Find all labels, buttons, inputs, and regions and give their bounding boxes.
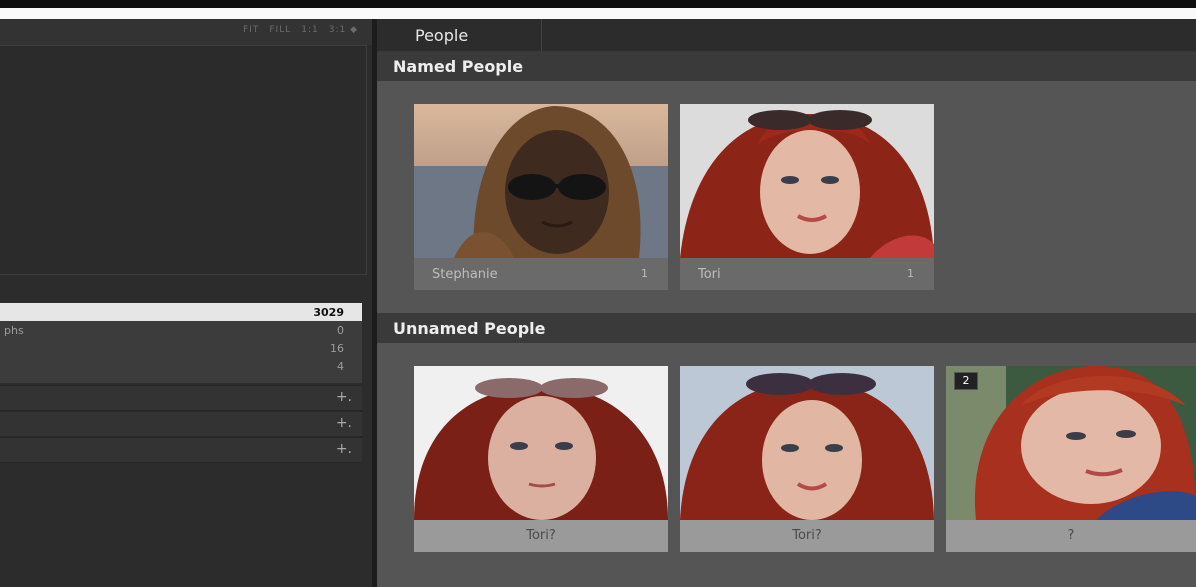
tab-people[interactable]: People: [377, 19, 542, 51]
unnamed-people-header: Unnamed People: [377, 313, 1196, 343]
left-panel: FIT FILL 1:1 3:1 ◆ 3029 phs 0 16 4 +. +.…: [0, 19, 377, 587]
zoom-options: FIT FILL 1:1 3:1 ◆: [243, 25, 358, 35]
suggested-name-field[interactable]: Tori?: [414, 520, 668, 552]
navigator-preview: [0, 45, 367, 275]
person-label[interactable]: Stephanie 1: [414, 258, 668, 290]
person-label[interactable]: Tori 1: [680, 258, 934, 290]
panel-section-3[interactable]: +.: [0, 437, 362, 463]
window-top-gap: [0, 8, 1196, 19]
face-thumbnail: [680, 366, 934, 520]
catalog-row-photos[interactable]: phs 0: [0, 321, 362, 339]
catalog-list: 3029 phs 0 16 4: [0, 303, 362, 383]
suggested-name: ?: [1067, 528, 1075, 543]
panel-section-1[interactable]: +.: [0, 385, 362, 411]
person-card[interactable]: 2 ?: [946, 366, 1196, 552]
add-button[interactable]: +.: [336, 415, 352, 431]
suggested-name: Tori?: [526, 528, 556, 543]
catalog-row-count: 0: [337, 324, 344, 337]
panel-section-2[interactable]: +.: [0, 411, 362, 437]
zoom-3-1[interactable]: 3:1 ◆: [329, 25, 358, 35]
people-view: People Named People Stephanie 1 Tori 1 U…: [377, 19, 1196, 587]
zoom-fit[interactable]: FIT: [243, 25, 259, 35]
suggested-name-field[interactable]: ?: [946, 520, 1196, 552]
catalog-row-label: phs: [4, 324, 24, 337]
catalog-row-3[interactable]: 16: [0, 339, 362, 357]
zoom-1-1[interactable]: 1:1: [301, 25, 318, 35]
tab-label: People: [415, 26, 469, 45]
face-thumbnail: [414, 104, 668, 258]
person-card[interactable]: Stephanie 1: [414, 104, 668, 290]
section-title: Unnamed People: [393, 319, 546, 338]
face-thumbnail: 2: [946, 366, 1196, 520]
face-thumbnail: [680, 104, 934, 258]
person-card[interactable]: Tori?: [680, 366, 934, 552]
tab-bar: People: [377, 19, 1196, 51]
suggested-name-field[interactable]: Tori?: [680, 520, 934, 552]
named-people-header: Named People: [377, 51, 1196, 81]
zoom-fill[interactable]: FILL: [269, 25, 291, 35]
suggested-name: Tori?: [792, 528, 822, 543]
catalog-row-count: 16: [330, 342, 344, 355]
face-thumbnail: [414, 366, 668, 520]
stack-count-badge[interactable]: 2: [954, 372, 978, 390]
navigator-header: FIT FILL 1:1 3:1 ◆: [0, 19, 372, 45]
person-photo-count: 1: [907, 267, 914, 280]
person-card[interactable]: Tori 1: [680, 104, 934, 290]
catalog-row-4[interactable]: 4: [0, 357, 362, 375]
person-name: Stephanie: [432, 267, 498, 282]
window-top-strip: [0, 0, 1196, 19]
section-title: Named People: [393, 57, 524, 76]
person-photo-count: 1: [641, 267, 648, 280]
window-top-bar: [0, 0, 1196, 8]
person-card[interactable]: Tori?: [414, 366, 668, 552]
catalog-row-all[interactable]: 3029: [0, 303, 362, 321]
catalog-row-count: 4: [337, 360, 344, 373]
person-name: Tori: [698, 267, 721, 282]
catalog-row-count: 3029: [313, 306, 344, 319]
add-button[interactable]: +.: [336, 441, 352, 457]
add-button[interactable]: +.: [336, 389, 352, 405]
